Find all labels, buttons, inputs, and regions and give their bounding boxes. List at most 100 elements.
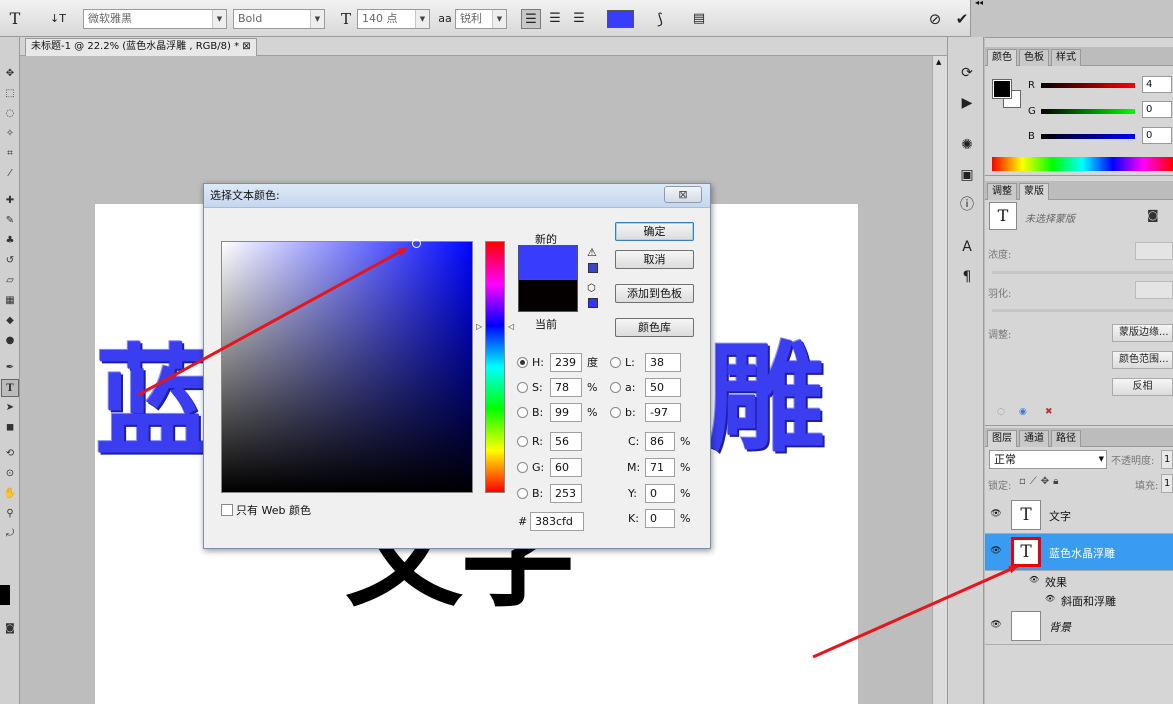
paragraph-icon[interactable]: ¶ [956,267,978,287]
warp-text-icon[interactable]: ⟆ [650,9,670,29]
lock-icons[interactable]: ▫⟋✥🔒︎ [1019,476,1062,487]
align-left-button[interactable]: ☰ [521,9,541,29]
tab-channels[interactable]: 通道 [1019,430,1049,447]
brushes-icon[interactable]: ✺ [956,135,978,155]
clone-stamp-tool-icon[interactable]: ♣ [1,232,19,250]
brightness-input[interactable]: 99 [550,403,582,422]
foreground-color-swatch[interactable] [0,585,10,605]
hue-input[interactable]: 239 [550,353,582,372]
eye-icon[interactable]: 👁︎ [1045,594,1055,603]
close-tab-icon[interactable]: ⊠ [242,41,250,52]
hand-tool-icon[interactable]: ✋ [1,485,19,503]
color-picker-cursor[interactable] [412,239,421,248]
eye-icon[interactable]: 👁︎ [990,546,1002,556]
lab-l-input[interactable]: 38 [645,353,681,372]
pen-tool-icon[interactable]: ✒ [1,359,19,377]
green-radio[interactable] [517,462,528,473]
red-input[interactable]: 56 [550,432,582,451]
close-icon[interactable]: ⊠ [664,186,702,203]
cancel-edit-icon[interactable]: ⊘ [925,9,945,29]
channel-r-slider[interactable] [1041,83,1135,88]
tab-swatches[interactable]: 色板 [1019,49,1049,66]
tab-paths[interactable]: 路径 [1051,430,1081,447]
color-ramp[interactable] [992,157,1173,171]
align-center-button[interactable]: ☰ [545,9,565,29]
layer-row[interactable]: 👁︎ 背景 [985,608,1173,645]
eye-icon[interactable]: 👁︎ [990,620,1002,630]
blur-tool-icon[interactable]: ◆ [1,312,19,330]
ok-button[interactable]: 确定 [615,222,694,241]
add-to-swatches-button[interactable]: 添加到色板 [615,284,694,303]
delete-mask-icon[interactable]: ✖ [1045,407,1053,417]
hue-slider[interactable] [485,241,505,493]
web-safe-cube-icon[interactable]: ⬡ [587,283,596,294]
hue-slider-right-arrow-icon[interactable]: ◁ [508,322,514,331]
magic-wand-tool-icon[interactable]: ✧ [1,125,19,143]
character-icon[interactable]: A [956,237,978,257]
load-selection-icon[interactable]: ◌ [997,407,1005,417]
green-input[interactable]: 60 [550,458,582,477]
gradient-tool-icon[interactable]: ▦ [1,292,19,310]
swap-colors-icon[interactable]: ⤾ [1,525,19,543]
actions-icon[interactable]: ▶ [956,93,978,113]
type-tool-icon[interactable]: T [2,9,28,29]
gamut-warning-icon[interactable]: ⚠ [587,246,597,259]
crop-tool-icon[interactable]: ⌗ [1,145,19,163]
zoom-tool-icon[interactable]: ⚲ [1,505,19,523]
shape-tool-icon[interactable]: ◼ [1,419,19,437]
layer-row[interactable]: 👁︎ T 文字 [985,497,1173,534]
cyan-input[interactable]: 86 [645,432,675,451]
tab-layers[interactable]: 图层 [987,430,1017,447]
commit-edit-icon[interactable]: ✔ [952,9,972,29]
tab-adjustments[interactable]: 调整 [987,183,1017,200]
feather-input[interactable] [1135,281,1173,299]
lab-b-radio[interactable] [610,407,621,418]
channel-g-slider[interactable] [1041,109,1135,114]
text-color-swatch[interactable] [607,10,634,28]
cancel-button[interactable]: 取消 [615,250,694,269]
blue-radio[interactable] [517,488,528,499]
opacity-input[interactable]: 1 [1161,450,1173,469]
tab-styles[interactable]: 样式 [1051,49,1081,66]
eyedropper-tool-icon[interactable]: ⁄ [1,165,19,183]
type-tool-icon[interactable]: T [1,379,19,397]
healing-brush-tool-icon[interactable]: ✚ [1,192,19,210]
character-panel-icon[interactable]: ▤ [689,9,709,29]
scroll-up-icon[interactable]: ▲ [936,58,941,66]
3d-orbit-tool-icon[interactable]: ⊙ [1,465,19,483]
tab-color[interactable]: 颜色 [987,49,1017,66]
eye-icon[interactable]: 👁︎ [1029,575,1039,584]
collapse-arrows-icon[interactable]: ◂◂ [975,0,983,7]
layer-row-selected[interactable]: 👁︎ T 蓝色水晶浮雕 [985,534,1173,571]
mask-edge-button[interactable]: 蒙版边缘... [1112,324,1173,342]
effects-row[interactable]: 👁︎ 效果 [985,572,1173,591]
magenta-input[interactable]: 71 [645,458,675,477]
visibility-mask-icon[interactable]: ◉ [1019,407,1027,417]
marquee-tool-icon[interactable]: ⬚ [1,85,19,103]
antialias-select[interactable]: 锐利 ▼ [455,9,507,29]
lab-b-input[interactable]: -97 [645,403,681,422]
feather-slider[interactable] [992,309,1173,312]
font-size-select[interactable]: 140 点 ▼ [357,9,430,29]
blend-mode-select[interactable]: 正常 ▼ [989,450,1107,469]
density-input[interactable] [1135,242,1173,260]
lab-a-radio[interactable] [610,382,621,393]
3d-rotate-tool-icon[interactable]: ⟲ [1,445,19,463]
saturation-input[interactable]: 78 [550,378,582,397]
document-tab[interactable]: 未标题-1 @ 22.2% (蓝色水晶浮雕 , RGB/8) * ⊠ [25,38,257,56]
red-radio[interactable] [517,436,528,447]
lab-a-input[interactable]: 50 [645,378,681,397]
channel-r-value[interactable]: 4 [1142,76,1172,93]
hex-input[interactable]: 383cfd [530,512,584,531]
move-tool-icon[interactable]: ✥ [1,65,19,83]
channel-b-value[interactable]: 0 [1142,127,1172,144]
path-selection-tool-icon[interactable]: ➤ [1,399,19,417]
channel-g-value[interactable]: 0 [1142,101,1172,118]
density-slider[interactable] [992,271,1173,274]
font-family-select[interactable]: 微软雅黑 ▼ [83,9,227,29]
color-libraries-button[interactable]: 颜色库 [615,318,694,337]
current-color-swatch[interactable] [518,279,578,312]
quick-mask-icon[interactable]: ◙ [1,620,19,638]
saturation-radio[interactable] [517,382,528,393]
blue-input[interactable]: 253 [550,484,582,503]
